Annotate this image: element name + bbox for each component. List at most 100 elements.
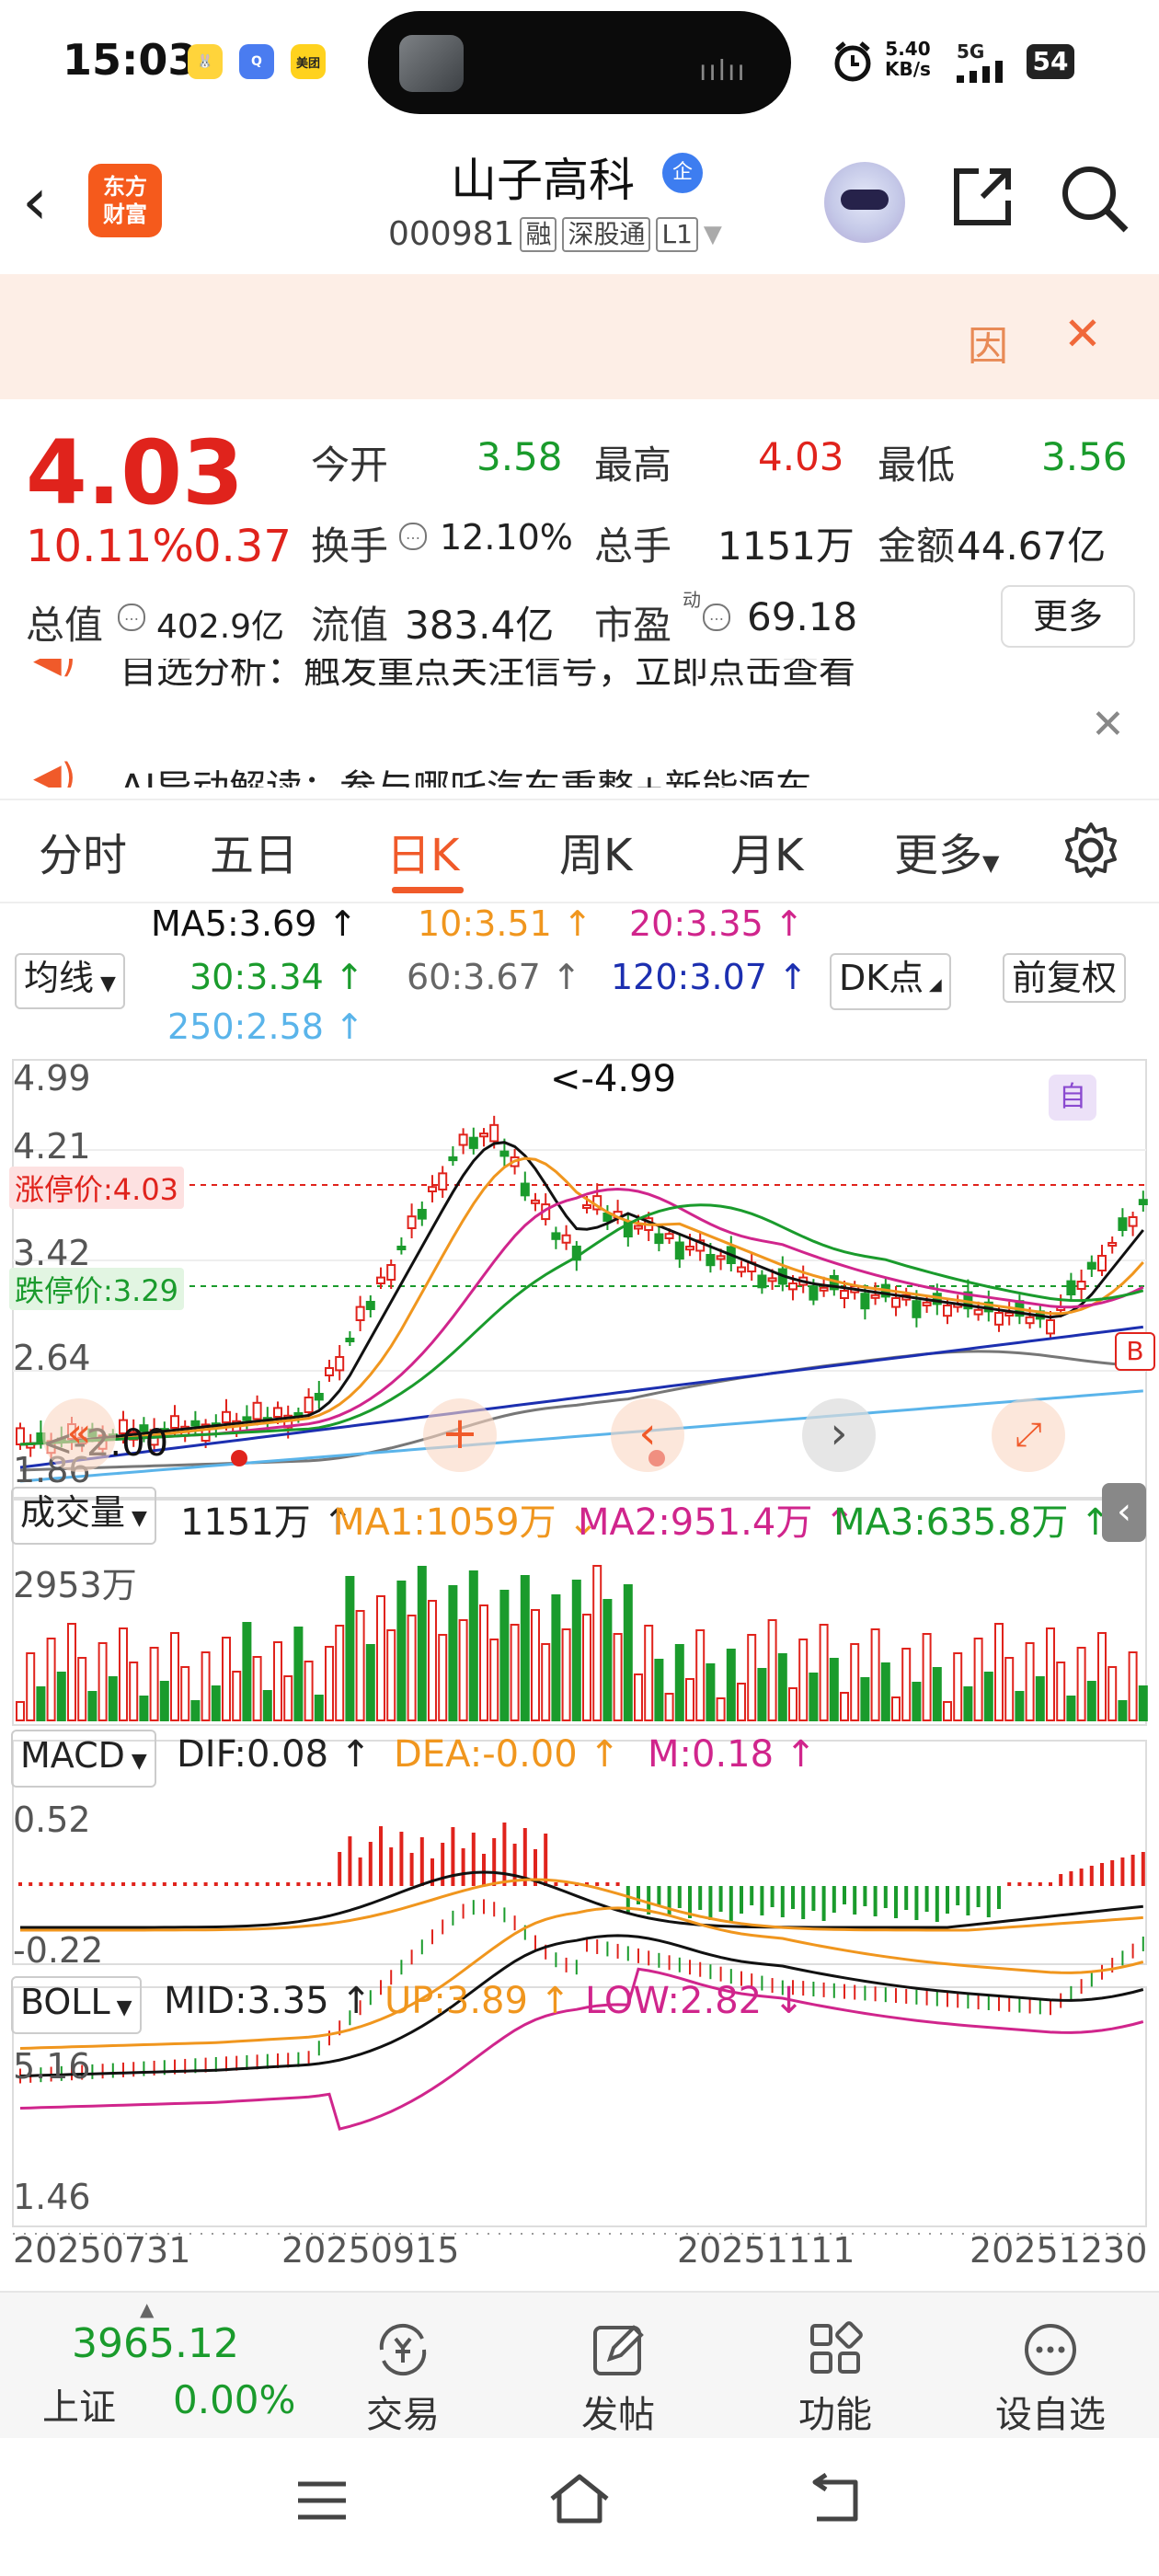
peak-price-label: <-4.99 [550,1058,677,1100]
menu-icon[interactable] [293,2475,351,2526]
volume-bar [159,1681,169,1721]
signal-dot [231,1450,247,1466]
rewind-icon[interactable]: « [42,1398,116,1472]
notice-close-icon[interactable]: ✕ [1063,307,1102,361]
news-close-icon[interactable]: ✕ [1091,701,1125,748]
crosshair-icon[interactable]: + [423,1398,497,1472]
more-button[interactable]: 更多 [1001,585,1135,648]
index-value[interactable]: 3965.12 [72,2320,239,2367]
home-icon[interactable] [546,2471,613,2526]
volume-bar [520,1575,530,1721]
news-ticker[interactable]: ◀) 自选分析：触发重点关注信号，立即点击查看 ◀) AI异动解读：参与哪吒汽车… [0,659,1159,788]
candle-body [973,1308,983,1316]
macd-bar [255,1882,259,1886]
macd-bar [419,1837,424,1886]
add-watch-label: 设自选 [995,2394,1106,2436]
trade-icon [379,2323,427,2376]
buy-signal-badge[interactable]: B [1115,1332,1155,1371]
candle-body [1004,1312,1015,1317]
boll-select[interactable]: BOLL ▼ [11,1976,142,2034]
macd-bar [1069,1871,1073,1886]
back-nav-icon[interactable] [804,2473,866,2526]
macd-bar [595,1882,600,1886]
functions-button[interactable]: 功能 [762,2320,909,2438]
volume-bar [1004,1657,1015,1721]
dropdown-triangle-icon: ▼ [109,1996,132,2019]
macd-bar [729,1886,733,1922]
macd-bar [935,1886,939,1922]
volume-bar [46,1638,56,1721]
expand-icon[interactable]: ⤢ [992,1398,1065,1472]
tab-monthly-k[interactable]: 月K [730,819,803,883]
self-select-badge[interactable]: 自 [1049,1075,1096,1121]
index-change[interactable]: 0.00% [173,2377,295,2422]
candle-body [737,1266,746,1273]
info-circle-icon[interactable]: … [703,604,730,631]
corner-triangle-icon: ◢ [924,975,942,995]
search-icon[interactable] [1058,162,1131,236]
macd-bar [1120,1857,1125,1886]
dk-points-button[interactable]: DK点 ◢ [830,953,951,1010]
ma250-legend: 250:2.58 ↑ [167,1006,364,1047]
volume-bar [1046,1627,1055,1721]
x-axis-date: 20251230 [970,2230,1148,2271]
macd-bar [203,1882,208,1886]
index-name[interactable]: 上证 [42,2377,116,2431]
low-label: 最低 [878,443,956,488]
candle-body [706,1254,716,1267]
volume-bar [67,1623,76,1721]
pe-value: 69.18 [747,594,858,639]
ma-select[interactable]: 均线 ▼ [15,953,125,1009]
assistant-avatar[interactable] [824,162,905,243]
candle-body [479,1133,488,1138]
change-amount: 0.37 [193,521,292,572]
amount-label: 金额 [878,523,956,569]
stock-name[interactable]: 山子高科 [451,144,635,210]
tab-weekly-k[interactable]: 周K [559,819,632,883]
macd-bar [605,1882,610,1886]
news-line-1[interactable]: 自选分析：触发重点关注信号，立即点击查看 [120,659,855,694]
candle-body [365,1301,375,1310]
next-icon[interactable]: › [802,1398,876,1472]
add-watch-button[interactable]: 设自选 [977,2320,1124,2438]
volume-bar [335,1625,345,1721]
logo-line1: 东方 [103,174,147,200]
post-button[interactable]: 发帖 [545,2320,692,2438]
tab-intraday[interactable]: 分时 [39,819,127,883]
volume-select[interactable]: 成交量 ▼ [11,1487,156,1545]
candle-body [417,1209,427,1220]
volume-bar [994,1623,1004,1721]
macd-dea-line [20,1878,1143,1932]
candle-body [912,1300,922,1318]
volume-bar [983,1672,993,1721]
volume-bar [365,1644,375,1721]
stock-code-row[interactable]: 000981 融 深股通 L1 ▼ [388,215,722,253]
kline-chart-canvas[interactable] [0,1049,1159,2282]
tab-daily-k[interactable]: 日K [386,819,459,883]
candle-body [891,1297,901,1308]
macd-bar [966,1886,970,1915]
notice-banner[interactable]: 因 ✕ [0,274,1159,399]
back-icon[interactable]: ‹ [22,169,48,234]
tab-more[interactable]: 更多▼ [894,819,999,883]
macd-bar [409,1853,414,1886]
trade-button[interactable]: 交易 [329,2320,476,2438]
volume-bar [571,1580,581,1721]
boll-y-bottom: 1.46 [13,2177,91,2217]
prev-icon[interactable]: ‹ [611,1398,684,1472]
macd-dea: DEA:-0.00 ↑ [394,1733,620,1776]
tab-five-day[interactable]: 五日 [210,819,298,883]
collapse-panel-icon[interactable]: ‹ [1102,1483,1146,1542]
info-circle-icon[interactable]: … [399,523,427,550]
macd-select[interactable]: MACD ▼ [11,1730,156,1788]
candle-body [428,1186,437,1192]
news-line-2[interactable]: AI异动解读：参与哪吒汽车重整+新能源车 [120,758,812,788]
gear-icon[interactable] [1061,821,1120,880]
volume-bar [973,1638,983,1721]
macd-bar [791,1886,795,1909]
candle-body [376,1276,385,1285]
info-circle-icon[interactable]: … [118,604,145,631]
forward-adjust-button[interactable]: 前复权 [1003,953,1127,1003]
x-axis-date: 20250731 [13,2230,191,2271]
share-icon[interactable] [947,162,1017,232]
